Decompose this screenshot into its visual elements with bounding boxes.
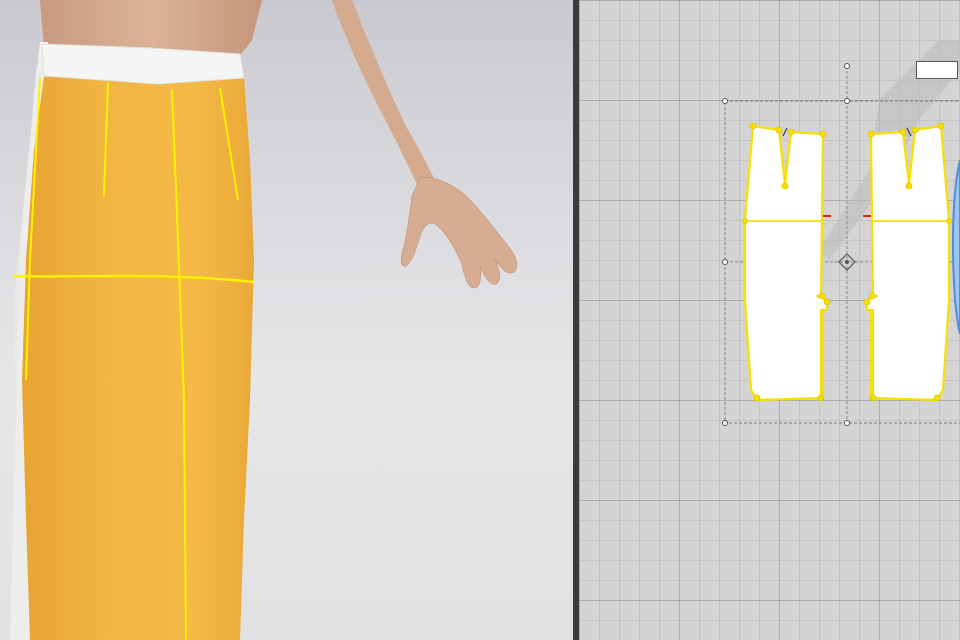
avatar-arm [332, 0, 436, 190]
3d-scene [10, 0, 518, 640]
avatar-hand [400, 177, 518, 289]
piece-name-label[interactable] [916, 61, 958, 79]
adjacent-pattern-piece[interactable] [951, 159, 960, 335]
pattern-piece-left[interactable] [743, 124, 829, 402]
3d-viewport[interactable] [0, 0, 573, 640]
2d-pattern-viewport[interactable] [579, 0, 960, 640]
skirt-body [22, 76, 254, 640]
2d-pattern-canvas [722, 40, 960, 426]
pattern-piece-right[interactable] [865, 124, 951, 402]
